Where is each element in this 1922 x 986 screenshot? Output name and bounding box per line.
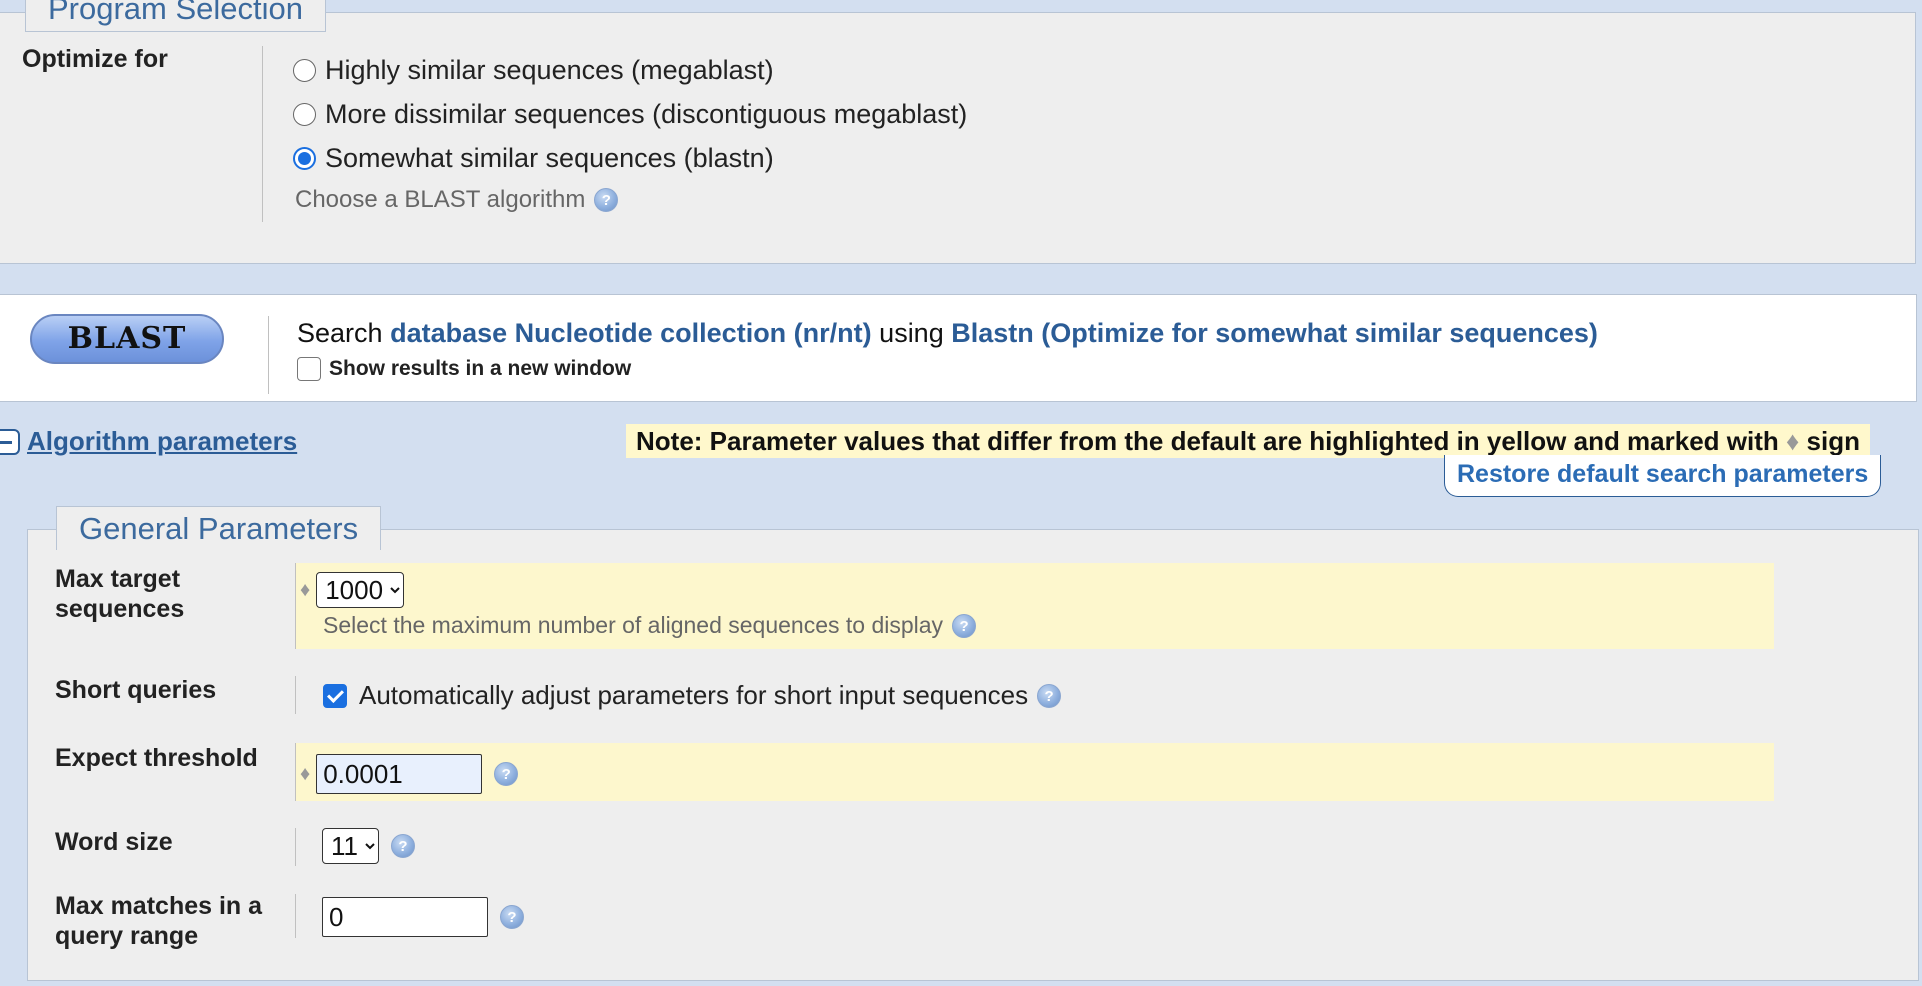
database-link[interactable]: database Nucleotide collection (nr/nt) (390, 318, 872, 348)
word-size-select[interactable]: 11 (322, 828, 379, 864)
max-target-label: Max target sequences (55, 564, 184, 624)
divider (295, 743, 296, 801)
search-summary: Search database Nucleotide collection (n… (297, 318, 1598, 349)
diamond-icon: ♦ (300, 578, 311, 601)
max-matches-label-line1: Max matches in a (55, 892, 263, 920)
algorithm-hint: Choose a BLAST algorithm ? (295, 186, 619, 214)
diamond-icon: ♦ (1786, 426, 1800, 456)
new-window-option[interactable]: Show results in a new window (297, 357, 631, 381)
new-window-label: Show results in a new window (329, 357, 632, 380)
radio-megablast[interactable]: Highly similar sequences (megablast) (293, 52, 774, 88)
max-target-select[interactable]: 1000 (316, 572, 405, 608)
max-target-hint: Select the maximum number of aligned seq… (323, 612, 977, 639)
search-prefix: Search (297, 318, 383, 348)
divider (295, 828, 296, 866)
algorithm-parameters-toggle[interactable]: Algorithm parameters (27, 426, 297, 457)
minus-icon[interactable] (0, 429, 20, 455)
new-window-checkbox[interactable] (297, 357, 321, 381)
modified-values-note: Note: Parameter values that differ from … (626, 424, 1870, 458)
radio-button[interactable] (293, 58, 316, 82)
short-queries-label: Short queries (55, 676, 217, 704)
algorithm-hint-text: Choose a BLAST algorithm (295, 186, 586, 213)
divider (295, 894, 296, 938)
expect-threshold-input[interactable] (316, 754, 483, 794)
radio-label: More dissimilar sequences (discontiguous… (325, 98, 968, 129)
note-suffix: sign (1806, 426, 1860, 456)
short-queries-checkbox[interactable] (323, 683, 347, 708)
help-icon[interactable]: ? (1037, 683, 1062, 708)
expect-threshold-label: Expect threshold (55, 744, 258, 772)
radio-label: Highly similar sequences (megablast) (325, 54, 774, 85)
optimize-for-label: Optimize for (22, 45, 168, 73)
help-icon[interactable]: ? (952, 613, 977, 638)
restore-defaults-button[interactable]: Restore default search parameters (1444, 455, 1882, 497)
general-parameters-legend: General Parameters (56, 506, 382, 550)
program-link[interactable]: Blastn (Optimize for somewhat similar se… (951, 318, 1598, 348)
help-icon[interactable]: ? (500, 905, 524, 929)
max-target-label-line1: Max target (55, 565, 181, 593)
word-size-control: 11 ? (322, 828, 415, 864)
max-matches-input[interactable] (322, 897, 488, 937)
divider (295, 563, 296, 649)
program-selection-legend: Program Selection (25, 0, 327, 32)
max-target-control: ♦ 1000 (300, 572, 405, 608)
program-selection-panel (0, 12, 1916, 264)
max-target-hint-text: Select the maximum number of aligned seq… (323, 612, 944, 638)
diamond-icon: ♦ (300, 762, 311, 785)
max-target-label-line2: sequences (55, 595, 185, 623)
using-text: using (879, 318, 944, 348)
short-queries-checkbox-label: Automatically adjust parameters for shor… (359, 680, 1029, 710)
divider (295, 676, 296, 714)
short-queries-option[interactable]: Automatically adjust parameters for shor… (323, 680, 1062, 711)
radio-discontiguous-megablast[interactable]: More dissimilar sequences (discontiguous… (293, 96, 967, 132)
radio-button[interactable] (293, 102, 316, 126)
blast-button[interactable]: BLAST (30, 314, 224, 364)
help-icon[interactable]: ? (494, 762, 519, 786)
max-matches-control: ? (322, 897, 524, 937)
expect-threshold-control: ♦ ? (300, 754, 519, 794)
max-matches-label: Max matches in a query range (55, 891, 262, 951)
note-text: Note: Parameter values that differ from … (636, 426, 1779, 456)
help-icon[interactable]: ? (594, 188, 619, 212)
max-matches-label-line2: query range (55, 922, 199, 950)
radio-label: Somewhat similar sequences (blastn) (325, 142, 774, 173)
radio-button-selected[interactable] (293, 146, 316, 170)
radio-blastn[interactable]: Somewhat similar sequences (blastn) (293, 140, 774, 176)
divider (262, 46, 263, 222)
help-icon[interactable]: ? (391, 834, 415, 858)
word-size-label: Word size (55, 828, 173, 856)
divider (268, 316, 269, 394)
